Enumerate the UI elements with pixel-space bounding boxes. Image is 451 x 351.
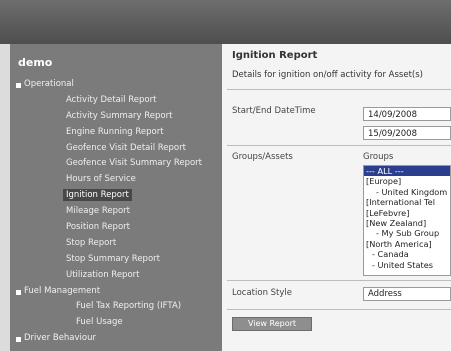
menu-item-activity-detail-report[interactable]: Activity Detail Report: [10, 93, 222, 109]
list-option[interactable]: - United States: [364, 260, 450, 270]
location-style-select[interactable]: Address: [363, 287, 451, 301]
list-option[interactable]: [International Tel: [364, 197, 450, 207]
start-date-field[interactable]: 14/09/2008: [363, 107, 451, 121]
top-header-bar: [0, 0, 451, 44]
list-option[interactable]: [LeFebvre]: [364, 208, 450, 218]
report-panel: Ignition Report Details for ignition on/…: [222, 44, 451, 351]
list-option[interactable]: - United Kingdom: [364, 187, 450, 197]
list-option[interactable]: [New Zealand]: [364, 218, 450, 228]
divider: [227, 280, 451, 281]
menu-item-geofence-visit-summary-report[interactable]: Geofence Visit Summary Report: [10, 156, 222, 172]
start-end-label: Start/End DateTime: [232, 106, 316, 116]
menu-item-geofence-visit-detail-report[interactable]: Geofence Visit Detail Report: [10, 141, 222, 157]
menu-item-stop-report[interactable]: Stop Report: [10, 236, 222, 252]
sidebar: demo Operational Activity Detail Report …: [10, 44, 222, 351]
divider: [227, 309, 451, 310]
view-report-button[interactable]: View Report: [232, 317, 312, 331]
divider: [227, 145, 451, 146]
list-option[interactable]: - My Sub Group: [364, 228, 450, 238]
menu-item-engine-running-report[interactable]: Engine Running Report: [10, 125, 222, 141]
menu-group-fuel-management[interactable]: Fuel Management: [10, 284, 222, 300]
username-label: demo: [18, 56, 53, 69]
bullet-icon: [16, 289, 21, 295]
list-option[interactable]: --- ALL ---: [364, 166, 450, 177]
end-date-field[interactable]: 15/09/2008: [363, 126, 451, 140]
menu-item-hours-of-service[interactable]: Hours of Service: [10, 172, 222, 188]
groups-listbox[interactable]: --- ALL --- [Europe] - United Kingdom [I…: [363, 165, 451, 276]
bullet-icon: [16, 83, 21, 88]
menu-item-position-report[interactable]: Position Report: [10, 220, 222, 236]
menu-item-fuel-tax-reporting[interactable]: Fuel Tax Reporting (IFTA): [10, 299, 222, 315]
divider: [227, 89, 451, 90]
list-option[interactable]: [Europe]: [364, 176, 450, 186]
list-option[interactable]: [North America]: [364, 239, 450, 249]
menu-group-operational[interactable]: Operational: [10, 77, 222, 93]
report-description: Details for ignition on/off activity for…: [232, 70, 423, 80]
menu-item-stop-summary-report[interactable]: Stop Summary Report: [10, 252, 222, 268]
page-title: Ignition Report: [232, 50, 318, 61]
menu-item-utilization-report[interactable]: Utilization Report: [10, 268, 222, 284]
location-style-label: Location Style: [232, 288, 293, 298]
bullet-icon: [16, 337, 21, 343]
menu-item-mileage-report[interactable]: Mileage Report: [10, 204, 222, 220]
menu-item-activity-summary-report[interactable]: Activity Summary Report: [10, 109, 222, 125]
report-menu: Operational Activity Detail Report Activ…: [10, 77, 222, 347]
menu-item-ignition-report[interactable]: Ignition Report: [10, 188, 222, 204]
groups-caption: Groups: [363, 152, 394, 162]
menu-item-fuel-usage[interactable]: Fuel Usage: [10, 315, 222, 331]
list-option[interactable]: - Canada: [364, 249, 450, 259]
menu-group-driver-behaviour[interactable]: Driver Behaviour: [10, 331, 222, 347]
groups-assets-label: Groups/Assets: [232, 152, 293, 162]
